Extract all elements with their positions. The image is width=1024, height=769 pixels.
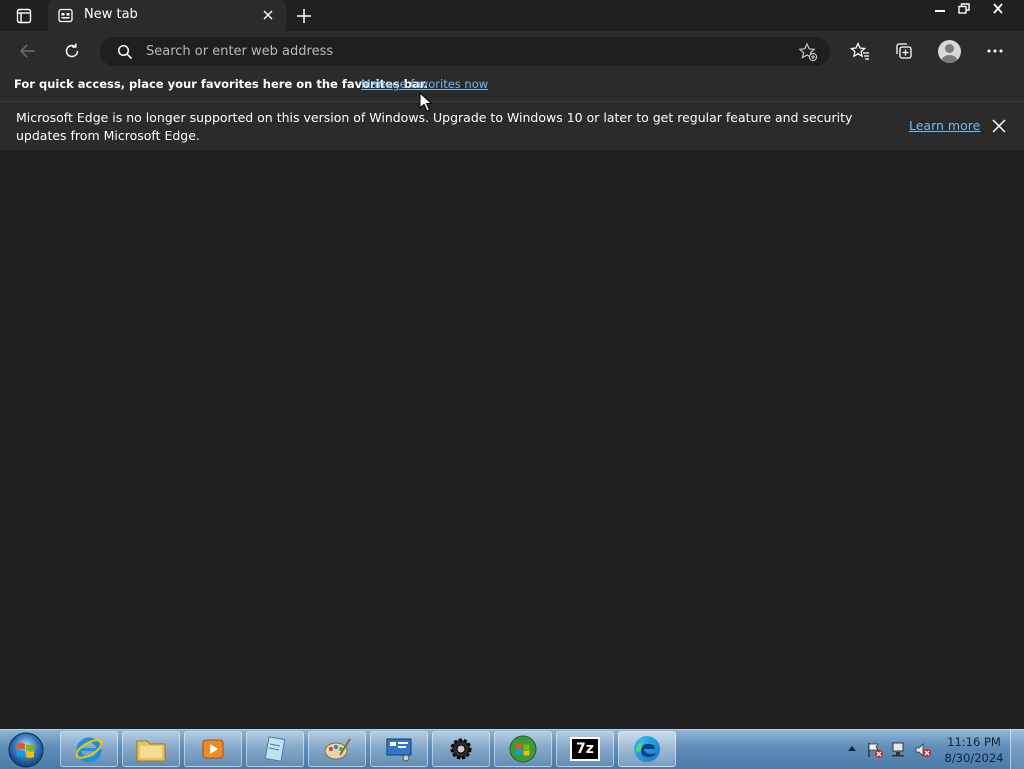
network-icon[interactable]	[890, 741, 908, 759]
collections-icon	[896, 43, 912, 59]
clock-date: 8/30/2024	[944, 751, 1004, 765]
refresh-icon	[65, 43, 79, 58]
taskbar-internet-explorer[interactable]	[60, 731, 118, 767]
clock-time: 11:16 PM	[947, 735, 1001, 749]
seven-zip-icon: 7z	[570, 737, 600, 761]
learn-more-link[interactable]: Learn more	[909, 118, 980, 133]
favorites-button[interactable]	[842, 31, 878, 71]
tab-new-tab[interactable]: New tab	[48, 0, 286, 31]
taskbar-notepad[interactable]	[246, 731, 304, 767]
notepad-icon	[264, 736, 286, 762]
favorites-icon	[850, 42, 869, 60]
restore-button[interactable]	[953, 0, 975, 17]
start-button[interactable]	[6, 730, 46, 769]
settings-and-more-button[interactable]	[977, 31, 1013, 71]
control-panel-icon	[386, 738, 412, 762]
tab-actions-button[interactable]	[9, 5, 39, 27]
collections-button[interactable]	[886, 31, 922, 71]
windows-start-orb-icon	[8, 732, 44, 767]
system-tray: 11:16 PM 8/30/2024	[842, 730, 1024, 769]
manage-favorites-link[interactable]: Manage favorites now	[361, 77, 488, 91]
title-bar: New tab	[0, 0, 1024, 31]
address-input[interactable]	[146, 41, 766, 61]
minimize-button[interactable]	[929, 0, 951, 17]
taskbar-microsoft-edge[interactable]	[618, 731, 676, 767]
minimize-icon	[935, 9, 945, 12]
taskbar-7zip[interactable]: 7z	[556, 731, 614, 767]
taskbar-paint[interactable]	[308, 731, 366, 767]
internet-explorer-icon	[75, 737, 103, 763]
folder-icon	[136, 740, 166, 762]
back-button[interactable]	[10, 31, 46, 71]
show-desktop-button[interactable]	[1010, 730, 1024, 769]
tab-actions-icon	[16, 8, 32, 24]
taskbar-settings-gear[interactable]	[432, 731, 490, 767]
edge-icon	[634, 736, 660, 762]
gear-icon	[450, 738, 472, 760]
restore-icon	[958, 3, 970, 14]
address-bar[interactable]	[100, 37, 830, 66]
windows-logo-icon	[509, 735, 537, 763]
more-options-icon	[987, 49, 1003, 53]
favorites-bar: For quick access, place your favorites h…	[0, 71, 1024, 101]
volume-muted-icon[interactable]	[914, 741, 932, 759]
taskbar-media-player[interactable]	[184, 731, 242, 767]
taskbar-windows-update[interactable]	[494, 731, 552, 767]
navigation-toolbar	[0, 31, 1024, 71]
unsupported-os-infobar: Microsoft Edge is no longer supported on…	[0, 101, 1024, 151]
close-infobar-icon[interactable]	[991, 118, 1007, 134]
infobar-message: Microsoft Edge is no longer supported on…	[16, 110, 853, 143]
taskbar-clock[interactable]: 11:16 PM 8/30/2024	[942, 734, 1006, 766]
close-tab-icon[interactable]	[261, 8, 275, 22]
paint-palette-icon	[324, 738, 351, 760]
media-player-icon	[202, 739, 224, 759]
tab-title: New tab	[84, 7, 138, 22]
close-window-icon	[993, 3, 1003, 14]
new-tab-page-icon	[58, 8, 73, 23]
seven-zip-label: 7z	[576, 741, 594, 757]
search-icon	[117, 44, 133, 60]
add-favorite-icon[interactable]	[798, 42, 818, 62]
taskbar-file-explorer[interactable]	[122, 731, 180, 767]
windows-taskbar: 7z 11:16 PM 8/30/2024	[0, 729, 1024, 769]
close-window-button[interactable]	[975, 0, 1021, 17]
refresh-button[interactable]	[54, 31, 90, 71]
show-hidden-icons-icon[interactable]	[847, 745, 857, 753]
mouse-cursor-icon	[419, 92, 433, 112]
new-tab-icon[interactable]	[294, 6, 314, 26]
page-content	[0, 150, 1024, 729]
back-arrow-icon	[19, 44, 35, 58]
profile-avatar[interactable]	[938, 40, 961, 63]
taskbar-control-panel[interactable]	[370, 731, 428, 767]
profile-icon	[941, 44, 958, 63]
action-center-flag-icon[interactable]	[866, 741, 884, 759]
